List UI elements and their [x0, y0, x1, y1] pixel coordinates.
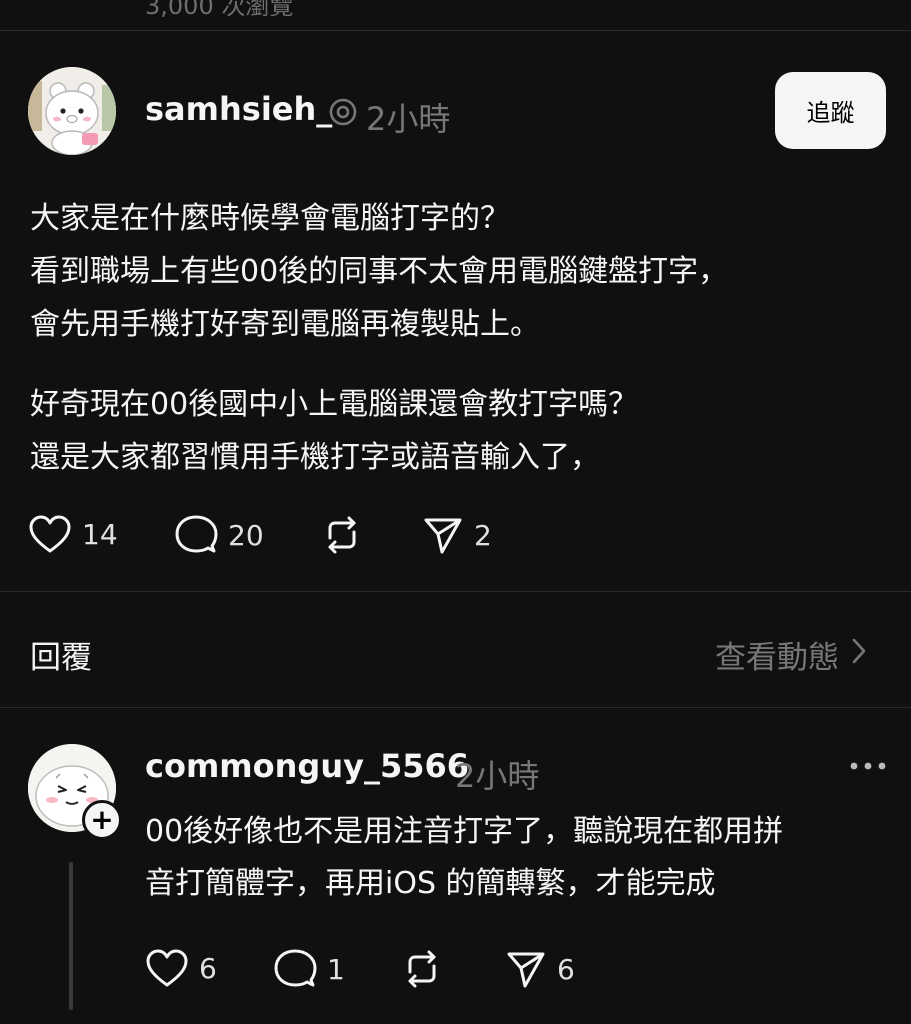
post-line-2: 看到職場上有些00後的同事不太會用電腦鍵盤打字， — [30, 254, 729, 289]
repost-button[interactable] — [320, 514, 364, 556]
reply-repost-button[interactable] — [400, 948, 444, 990]
comment-button[interactable]: 20 — [174, 514, 264, 556]
reply-like-count: 6 — [199, 951, 217, 985]
reply-line-1: 00後好像也不是用注音打字了，聽說現在都用拼 — [145, 814, 784, 849]
post-line-5: 還是大家都習慣用手機打字或語音輸入了， — [30, 440, 600, 475]
post-line-4: 好奇現在00後國中小上電腦課還會教打字嗎？ — [30, 387, 639, 422]
avatar[interactable] — [28, 67, 116, 155]
share-count: 2 — [474, 518, 492, 552]
repost-icon — [328, 516, 356, 554]
reply-share-count: 6 — [557, 952, 575, 986]
post-time: 2小時 — [366, 100, 451, 138]
comment-bubble-icon — [175, 515, 218, 553]
reply-share-button[interactable]: 6 — [505, 948, 575, 990]
comment-bubble-icon — [274, 949, 317, 987]
like-count: 14 — [82, 517, 118, 551]
bear-avatar-image — [28, 67, 116, 155]
plus-icon: + — [90, 803, 114, 836]
view-activity-label: 查看動態 — [715, 640, 839, 676]
reply-comment-button[interactable]: 1 — [273, 948, 345, 990]
repost-icon — [408, 950, 436, 988]
heart-icon — [29, 515, 71, 553]
post-line-3: 會先用手機打好寄到電腦再複製貼上。 — [30, 307, 540, 342]
reply-line-2: 音打簡體字，再用iOS 的簡轉繁，才能完成 — [145, 866, 716, 901]
top-divider — [0, 30, 911, 31]
send-icon — [424, 518, 462, 554]
post-divider — [0, 591, 911, 592]
reply-username[interactable]: commonguy_5566 — [145, 747, 469, 785]
comment-count: 20 — [228, 518, 264, 552]
view-activity-link[interactable]: 查看動態 — [715, 632, 867, 677]
reply-like-button[interactable]: 6 — [145, 948, 217, 988]
post-username[interactable]: samhsieh_ — [145, 90, 332, 128]
send-icon — [507, 952, 545, 988]
post-line-1: 大家是在什麼時候學會電腦打字的？ — [30, 201, 510, 236]
reply-comment-count: 1 — [327, 952, 345, 986]
more-dots-icon[interactable] — [848, 756, 888, 780]
follow-plus-button[interactable]: + — [82, 800, 122, 840]
like-button[interactable]: 14 — [28, 514, 118, 554]
share-button[interactable]: 2 — [422, 514, 492, 556]
thread-line — [69, 862, 73, 1010]
replies-divider — [0, 707, 911, 708]
replies-title: 回覆 — [30, 640, 92, 676]
follow-button[interactable]: 追蹤 — [775, 72, 886, 149]
threads-logo-icon — [328, 97, 358, 131]
reply-time: 2小時 — [455, 757, 540, 795]
chevron-right-icon — [851, 637, 867, 673]
heart-icon — [146, 949, 188, 987]
previous-post-views: 3,000 次瀏覽 — [145, 0, 294, 20]
